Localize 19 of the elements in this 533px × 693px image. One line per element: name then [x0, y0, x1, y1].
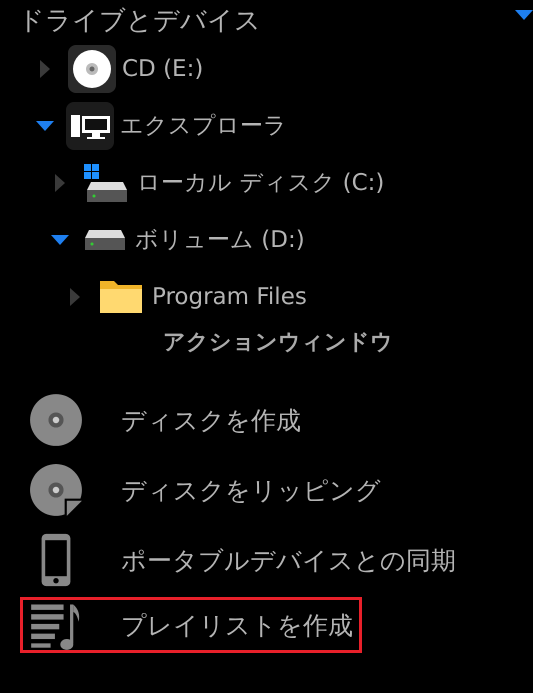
action-item[interactable]: ポータブルデバイスとの同期 [20, 527, 465, 593]
drive-icon [84, 228, 126, 250]
expand-arrow-icon[interactable] [515, 10, 533, 20]
computer-icon [66, 102, 114, 150]
expanded-arrow-icon[interactable] [51, 234, 69, 244]
tree-item[interactable]: CD (E:) [122, 56, 204, 82]
disc-icon [29, 393, 83, 447]
action-item[interactable]: ディスクを作成 [20, 387, 310, 453]
cd-icon [68, 44, 116, 92]
tree-item[interactable]: エクスプローラ [120, 110, 287, 141]
tree-item[interactable]: ローカル ディスク (C:) [137, 167, 384, 198]
panel-title: アクションウィンドウ [162, 329, 394, 357]
tree-item[interactable]: ボリューム (D:) [135, 224, 305, 255]
section-title: ドライブとデバイス [18, 4, 261, 38]
tree-item[interactable]: Program Files [152, 284, 307, 310]
action-item[interactable]: ディスクをリッピング [20, 457, 390, 523]
action-item[interactable]: プレイリストを作成 [20, 597, 362, 653]
expanded-arrow-icon[interactable] [36, 120, 54, 130]
disc-rip-icon [29, 463, 83, 517]
